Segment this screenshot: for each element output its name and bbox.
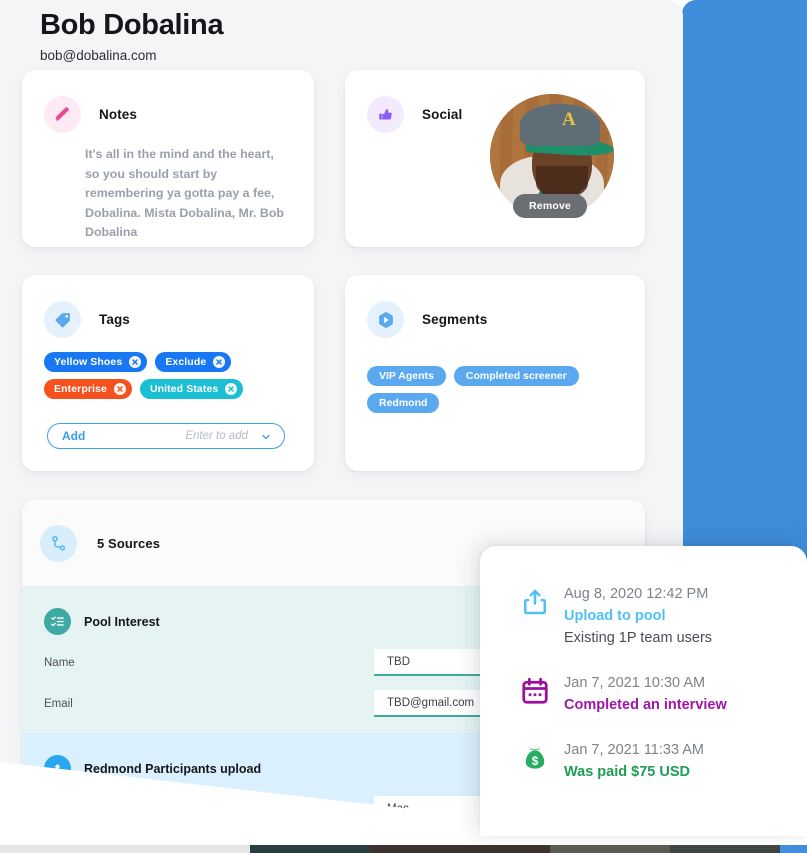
share-upload-icon	[520, 584, 554, 617]
timeline-event-text: Jan 7, 2021 10:30 AM Completed an intervi…	[554, 673, 727, 716]
money-bag-icon: $	[520, 740, 554, 773]
screen: Bob Dobalina bob@dobalina.com Notes It's…	[0, 0, 807, 853]
source-section-title: Redmond Participants upload	[84, 761, 262, 776]
tag-pill-label: Enterprise	[54, 383, 107, 395]
remove-avatar-button[interactable]: Remove	[513, 194, 588, 218]
tags-card: Tags Yellow Shoes Exclude Enterprise United…	[22, 275, 314, 471]
tag-pill[interactable]: United States	[139, 379, 244, 399]
timeline-action-label[interactable]: Upload to pool	[564, 605, 712, 627]
timeline-event-text: Jan 7, 2021 11:33 AM Was paid $75 USD	[554, 740, 704, 783]
source-field-label: Name	[44, 656, 75, 669]
timeline-action-label[interactable]: Was paid $75 USD	[564, 761, 704, 783]
pencil-icon	[44, 96, 81, 133]
tags-card-label: Tags	[99, 312, 130, 327]
tag-add-label: Add	[62, 429, 86, 443]
tags-card-header: Tags	[22, 275, 314, 338]
timeline-timestamp: Jan 7, 2021 10:30 AM	[564, 675, 706, 691]
tag-add-input[interactable]: Add Enter to add	[47, 423, 285, 449]
tag-remove-icon[interactable]	[113, 383, 126, 395]
timeline-event-text: Aug 8, 2020 12:42 PM Upload to pool Existi…	[554, 584, 712, 649]
source-field-label: Email	[44, 697, 73, 710]
svg-text:$: $	[532, 754, 539, 768]
upload-circle-icon	[44, 755, 71, 782]
notes-card-label: Notes	[99, 107, 138, 122]
checklist-icon	[44, 608, 71, 635]
social-avatar-wrap: A Remove	[490, 94, 614, 218]
segment-pill[interactable]: Completed screener	[453, 366, 579, 386]
tag-pill-label: Yellow Shoes	[54, 356, 123, 368]
calendar-icon	[520, 673, 554, 706]
notes-body-text: It's all in the mind and the heart, so y…	[85, 147, 284, 239]
hexagon-play-icon	[367, 301, 404, 338]
chevron-down-icon[interactable]	[260, 430, 272, 442]
tag-remove-icon[interactable]	[213, 356, 226, 368]
notes-card-header: Notes	[22, 70, 314, 133]
social-card: Social A Remove	[345, 70, 645, 247]
tag-remove-icon[interactable]	[225, 383, 238, 395]
tag-pill[interactable]: Yellow Shoes	[44, 352, 148, 372]
notes-card: Notes It's all in the mind and the heart…	[22, 70, 314, 247]
tag-pill[interactable]: Exclude	[155, 352, 232, 372]
tag-pill[interactable]: Enterprise	[44, 379, 132, 399]
segments-card-header: Segments	[345, 275, 645, 338]
taskbar-segment	[250, 845, 370, 853]
tag-pill-list: Yellow Shoes Exclude Enterprise United Stat…	[22, 338, 314, 399]
timeline-event: Aug 8, 2020 12:42 PM Upload to pool Existi…	[480, 584, 807, 649]
taskbar-segment	[670, 845, 780, 853]
activity-timeline-panel: Aug 8, 2020 12:42 PM Upload to pool Existi…	[480, 546, 807, 836]
taskbar-segment	[370, 845, 550, 853]
timeline-event: $ Jan 7, 2021 11:33 AM Was paid $75 USD	[480, 740, 807, 783]
timeline-timestamp: Aug 8, 2020 12:42 PM	[564, 586, 709, 602]
tag-icon	[44, 301, 81, 338]
thumbs-up-icon	[367, 96, 404, 133]
timeline-action-label[interactable]: Completed an interview	[564, 694, 727, 716]
segments-card: Segments VIP Agents Completed screener Red…	[345, 275, 645, 471]
taskbar-segment	[550, 845, 670, 853]
segment-pill[interactable]: VIP Agents	[367, 366, 446, 386]
taskbar-segment	[780, 845, 807, 853]
segment-pill[interactable]: Redmond	[367, 393, 440, 413]
branch-icon	[40, 524, 77, 562]
segments-card-label: Segments	[422, 312, 488, 327]
timeline-timestamp: Jan 7, 2021 11:33 AM	[564, 742, 705, 758]
taskbar-segment	[0, 845, 250, 853]
tag-remove-icon[interactable]	[129, 356, 142, 368]
tag-add-placeholder: Enter to add	[185, 430, 248, 442]
timeline-list: Aug 8, 2020 12:42 PM Upload to pool Existi…	[480, 584, 807, 783]
social-card-label: Social	[422, 107, 463, 122]
profile-header: Bob Dobalina bob@dobalina.com	[40, 6, 600, 66]
timeline-note: Existing 1P team users	[564, 630, 713, 646]
tag-pill-label: United States	[149, 383, 219, 395]
tag-pill-label: Exclude	[165, 356, 207, 368]
timeline-event: Jan 7, 2021 10:30 AM Completed an intervi…	[480, 673, 807, 716]
page-title: Bob Dobalina	[40, 9, 224, 41]
sources-title: 5 Sources	[97, 535, 161, 551]
source-section-title: Pool Interest	[84, 614, 160, 629]
profile-email: bob@dobalina.com	[40, 48, 157, 63]
taskbar-strip	[0, 845, 807, 853]
segment-pill-list: VIP Agents Completed screener Redmond	[345, 338, 645, 413]
